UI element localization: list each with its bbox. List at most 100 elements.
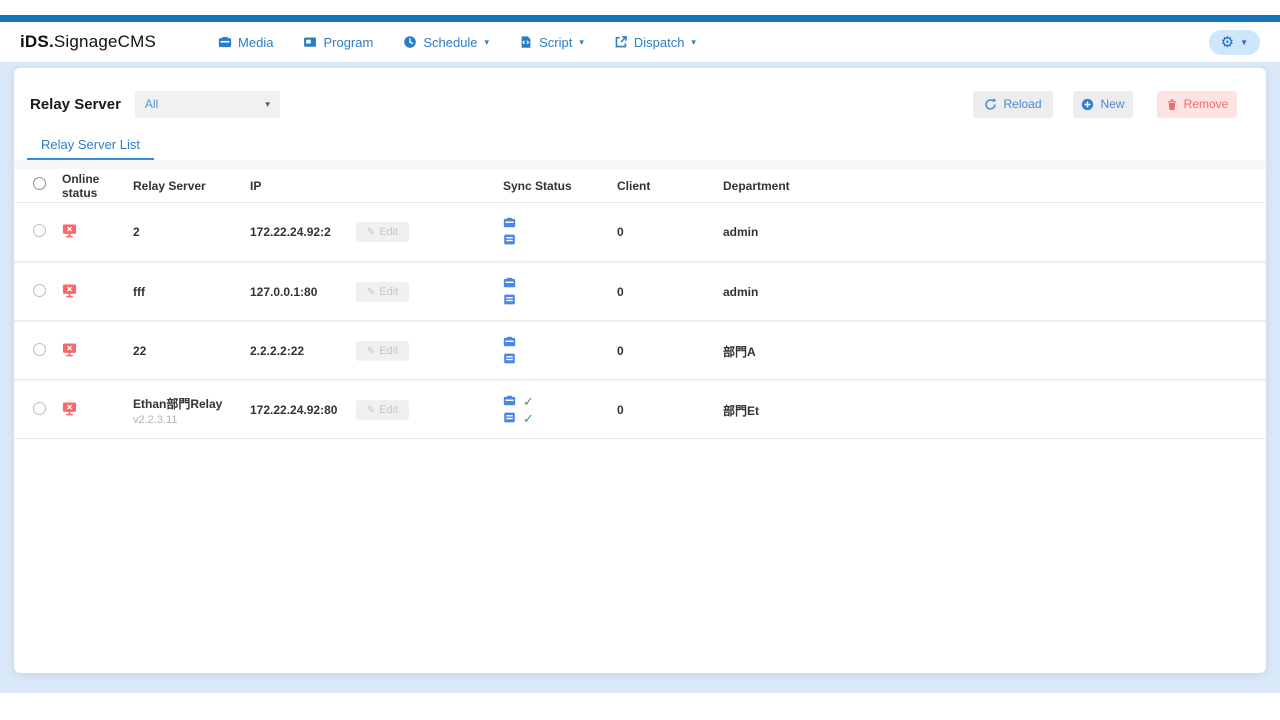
table-row: 2 172.22.24.92:2 ✎ Edit 0 admin [14,203,1266,262]
edit-button[interactable]: ✎ Edit [356,341,409,361]
settings-button[interactable]: ⚙ ▼ [1209,30,1260,55]
offline-status-icon [62,283,77,299]
media-sync-icon [503,394,516,410]
server-filter-value: All [145,97,158,111]
tab-bar: Relay Server List [14,136,1266,160]
col-header-relay-server: Relay Server [133,179,250,193]
col-header-department: Department [723,179,1266,193]
col-header-sync-status: Sync Status [503,179,617,193]
nav-schedule[interactable]: Schedule ▾ [403,35,489,50]
client-count: 0 [617,285,723,299]
sync-status-cell [503,336,617,367]
app-logo-bold: iDS. [20,32,54,51]
media-sync-icon [503,335,516,351]
media-sync-icon [503,216,516,232]
dispatch-icon [614,35,628,49]
trash-icon [1166,98,1178,111]
new-button-label: New [1100,97,1124,111]
check-icon: ✓ [523,395,534,408]
chevron-down-icon: ▾ [265,99,270,110]
col-header-online-status: Online status [62,172,133,200]
edit-button-label: Edit [379,226,398,238]
col-header-client: Client [617,179,723,193]
nav-script-label: Script [539,35,572,50]
relay-server-name: 22 [133,344,250,358]
reload-button[interactable]: Reload [973,91,1053,118]
nav-script[interactable]: Script ▾ [519,35,584,50]
toolbar: Relay Server All ▾ Reload New Remove [14,90,1266,118]
reload-button-label: Reload [1003,97,1041,111]
offline-status-icon [62,223,77,239]
client-count: 0 [617,403,723,417]
sync-status-cell [503,277,617,308]
nav-schedule-label: Schedule [423,35,477,50]
plus-circle-icon [1081,98,1094,111]
edit-button-label: Edit [379,345,398,357]
select-all-radio[interactable] [33,177,46,190]
server-filter-select[interactable]: All ▾ [135,91,280,118]
sync-status-cell [503,217,617,248]
offline-status-icon [62,401,77,417]
main-nav: Media Program Schedule ▾ Script ▾ Dispat… [218,35,696,50]
relay-server-ip: 172.22.24.92:80 [250,403,356,417]
row-select-radio[interactable] [33,224,46,237]
edit-button-label: Edit [379,404,398,416]
department: 部門Et [723,402,1266,419]
table-top-band [14,160,1266,169]
department: 部門A [723,343,1266,360]
reload-icon [984,98,997,111]
nav-media-label: Media [238,35,273,50]
nav-dispatch[interactable]: Dispatch ▾ [614,35,696,50]
nav-program-label: Program [323,35,373,50]
new-button[interactable]: New [1073,91,1133,118]
media-icon [218,35,232,49]
relay-server-ip: 127.0.0.1:80 [250,285,356,299]
program-sync-icon [503,411,516,427]
nav-program[interactable]: Program [303,35,373,50]
relay-server-ip: 2.2.2.2:22 [250,344,356,358]
script-icon [519,35,533,49]
chevron-down-icon: ▾ [579,37,584,48]
program-sync-icon [503,352,516,368]
col-header-ip: IP [250,179,356,193]
chevron-down-icon: ▾ [691,37,696,48]
tab-relay-server-list[interactable]: Relay Server List [27,137,154,160]
gear-icon: ⚙ [1221,35,1234,50]
row-select-radio[interactable] [33,284,46,297]
sync-status-cell: ✓ ✓ [503,395,617,426]
edit-button[interactable]: ✎ Edit [356,400,409,420]
relay-server-name: fff [133,285,250,299]
top-accent-bar [0,15,1280,22]
offline-status-icon [62,342,77,358]
table-row: fff 127.0.0.1:80 ✎ Edit 0 admin [14,262,1266,321]
relay-server-version: v2.2.3.11 [133,414,250,426]
table-row: Ethan部門Relay v2.2.3.11 172.22.24.92:80 ✎… [14,380,1266,439]
department: admin [723,285,1266,299]
relay-server-name: Ethan部門Relay [133,395,250,412]
edit-button[interactable]: ✎ Edit [356,222,409,242]
relay-server-name: 2 [133,225,250,239]
remove-button[interactable]: Remove [1157,91,1237,118]
clock-icon [403,35,417,49]
relay-server-panel: Relay Server All ▾ Reload New Remove Rel… [14,68,1266,673]
row-select-radio[interactable] [33,343,46,356]
relay-server-ip: 172.22.24.92:2 [250,225,356,239]
program-icon [303,35,317,49]
app-viewport: iDS.SignageCMS Media Program Schedule ▾ … [0,15,1280,693]
pencil-icon: ✎ [367,227,375,238]
edit-button-label: Edit [379,286,398,298]
nav-media[interactable]: Media [218,35,273,50]
client-count: 0 [617,344,723,358]
client-count: 0 [617,225,723,239]
pencil-icon: ✎ [367,405,375,416]
row-select-radio[interactable] [33,402,46,415]
chevron-down-icon: ▾ [485,37,490,48]
table-header-row: Online status Relay Server IP Sync Statu… [14,169,1266,203]
table-row: 22 2.2.2.2:22 ✎ Edit 0 部門A [14,321,1266,380]
pencil-icon: ✎ [367,346,375,357]
remove-button-label: Remove [1184,97,1229,111]
pencil-icon: ✎ [367,287,375,298]
edit-button[interactable]: ✎ Edit [356,282,409,302]
department: admin [723,225,1266,239]
app-header: iDS.SignageCMS Media Program Schedule ▾ … [0,22,1280,62]
